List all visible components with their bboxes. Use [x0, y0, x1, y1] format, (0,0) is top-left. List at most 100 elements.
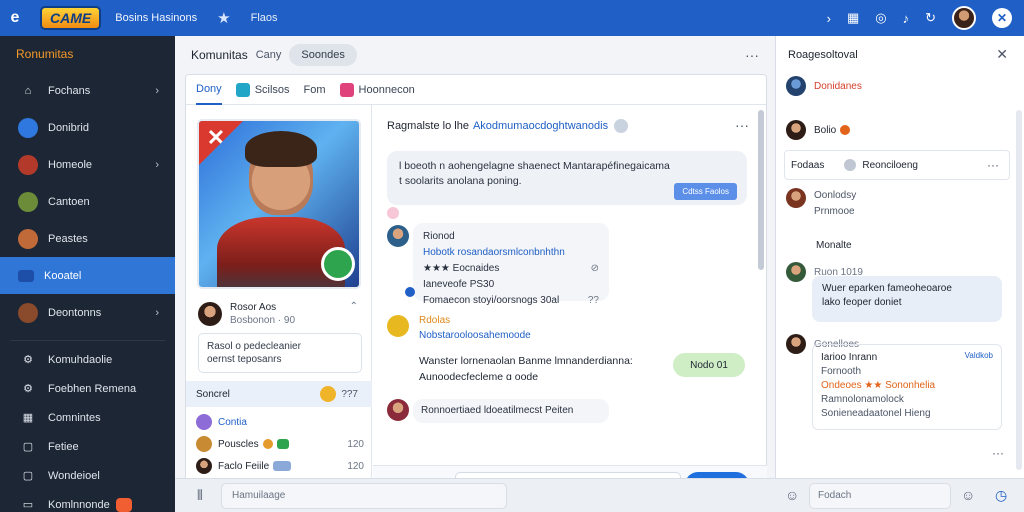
box-icon [235, 82, 250, 97]
tab-fom[interactable]: Fom [304, 84, 326, 96]
panel-row[interactable]: Donidanes [786, 76, 862, 96]
link-icon[interactable] [405, 287, 415, 297]
message-tag[interactable]: Cdtss Faolos [674, 183, 737, 200]
avatar[interactable] [387, 315, 409, 337]
panel-title: Roagesoltoval [788, 49, 858, 61]
bell-icon[interactable]: ♪ [903, 11, 910, 26]
square-outline-icon: ▢ [22, 441, 34, 453]
chart-icon[interactable]: ⫴ [197, 487, 203, 504]
list-item-label: Faclo Feiile [218, 460, 270, 472]
tab-scilsos[interactable]: Scilsos [235, 82, 290, 97]
refresh-icon[interactable]: ↻ [925, 10, 936, 26]
e-logo-icon[interactable]: e [0, 9, 30, 27]
emoji-icon[interactable]: ☺ [785, 487, 799, 503]
list-item[interactable]: Pouscles 120 [196, 433, 364, 455]
sidebar-item-foebhen-remena[interactable]: ⚙ Foebhen Remena [0, 374, 175, 403]
smile-icon[interactable]: ☺ [961, 487, 975, 503]
favorites-link[interactable]: Flaos [251, 12, 278, 24]
card-line: Sonieneadaatonel Hieng [821, 408, 931, 419]
profile-sub: Bosbonon · 90 [230, 315, 296, 326]
star-icon[interactable]: ★ [217, 9, 230, 27]
panel-input[interactable]: Fodach [809, 483, 951, 509]
chevron-right-icon[interactable]: › [827, 11, 831, 26]
main-scrollbar[interactable] [758, 110, 766, 400]
sidebar-item-label: Comnintes [48, 411, 101, 424]
community-card: Dony Scilsos Fom Hoonnecon ✕ Rosor Aos B… [185, 74, 767, 508]
panel-row-label: Bolio [814, 124, 837, 136]
filter-pill[interactable]: Soondes [289, 44, 357, 66]
sidebar-item-peastes[interactable]: Peastes [0, 220, 175, 257]
chat-title-link[interactable]: Akodmumaocdoghtwanodis [473, 120, 608, 132]
sidebar-item-cantoen[interactable]: Cantoen [0, 183, 175, 220]
card-line: Ondeoes ★★ Sononhelia [821, 380, 936, 391]
user-avatar[interactable] [952, 6, 976, 30]
message-bubble[interactable]: l boeoth n aohengelagne shaenect Mantara… [387, 151, 747, 205]
grid-icon[interactable]: ▦ [847, 10, 859, 26]
close-icon[interactable]: ✕ [996, 46, 1008, 63]
grid-icon: ▦ [22, 412, 34, 424]
more-options-icon[interactable]: ··· [735, 117, 749, 133]
sidebar-divider [10, 331, 165, 341]
info-icon[interactable] [614, 119, 629, 133]
message-bubble[interactable]: Wuer eparken fameoheoaroe lako feoper do… [812, 276, 1002, 322]
tab-hoonnecon[interactable]: Hoonnecon [339, 82, 415, 97]
hero-image[interactable]: ✕ [197, 119, 361, 289]
coin-icon [262, 439, 273, 449]
chat-title: Ragmalste lo lhe Akodmumaocdoghtwanodis [387, 119, 629, 133]
profile-description[interactable]: Rasol o pedecleanier oernst teposanrs [198, 333, 362, 373]
sidebar-item-comnintes[interactable]: ▦ Comnintes [0, 403, 175, 432]
sidebar-item-deontonns[interactable]: Deontonns › [0, 294, 175, 331]
square-outline-icon: ▢ [22, 470, 34, 482]
panel-search[interactable]: Fodaas Reonciloeng ··· [784, 150, 1010, 180]
tab-label: Scilsos [254, 83, 290, 96]
chevron-up-icon[interactable]: ⌃ [350, 301, 358, 312]
message-bubble[interactable]: Ronnoertiaed ldoeatilmecst Peiten [413, 399, 609, 423]
sidebar-item-donibrid[interactable]: Donibrid [0, 109, 175, 146]
more-options-icon[interactable]: ··· [745, 47, 759, 63]
more-options-icon[interactable]: ··· [992, 446, 1004, 460]
sidebar-item-fetiee[interactable]: ▢ Fetiee [0, 432, 175, 461]
close-icon[interactable]: ✕ [992, 8, 1012, 28]
clock-icon[interactable]: ◷ [995, 487, 1007, 504]
section-header[interactable]: Soncrel ??7 [186, 381, 372, 407]
app-title: Bosins Hasinons [115, 12, 198, 24]
info-card[interactable]: Valdkob Iarioo Inrann Fornooth Ondeoes ★… [812, 344, 1002, 430]
tab-label: Fom [303, 83, 326, 96]
bottom-input[interactable]: Hamuilaage [221, 483, 507, 509]
member-list: Contia Pouscles 120 Faclo Feiile 120 [196, 411, 364, 477]
avatar [786, 76, 806, 96]
heart-icon[interactable] [387, 207, 399, 219]
sidebar-item-fochans[interactable]: ⌂ Fochans › [0, 72, 175, 109]
avatar[interactable] [387, 399, 409, 421]
emblem-icon [321, 247, 355, 281]
panel-row[interactable]: Bolio [786, 120, 851, 140]
sidebar-item-wondeioel[interactable]: ▢ Wondeioel [0, 461, 175, 490]
message-bubble[interactable]: Rionod Hobotk rosandaorsmlconbnhthn ★★★ … [413, 223, 609, 306]
hero-hair [245, 131, 317, 167]
message-text: ★★★ Eocnaides [423, 263, 500, 274]
message-link[interactable]: Nobstarooloosahemoode [419, 328, 531, 343]
profile-user-row[interactable]: Rosor Aos Bosbonon · 90 ⌃ [198, 299, 362, 329]
sidebar-item-komlnnonde[interactable]: ▭ Komlnnonde [0, 490, 175, 512]
list-item[interactable]: Faclo Feiile 120 [196, 455, 364, 477]
sidebar-item-komuhdaolie[interactable]: ⚙ Komuhdaolie [0, 345, 175, 374]
tab-label: Hoonnecon [358, 83, 415, 96]
list-item[interactable]: Contia [196, 411, 364, 433]
game-character-icon [18, 154, 38, 175]
avatar[interactable] [387, 225, 409, 247]
tag-icon [273, 461, 292, 471]
avatar [786, 188, 806, 208]
reaction-pill[interactable]: Nodo 01 [673, 353, 745, 377]
sidebar-item-homeole[interactable]: Homeole › [0, 146, 175, 183]
headset-icon[interactable]: ◎ [875, 10, 886, 26]
sidebar: Ronumitas ⌂ Fochans › Donibrid Homeole ›… [0, 36, 175, 512]
panel-scrollbar[interactable] [1016, 110, 1022, 470]
sidebar-item-kooatel[interactable]: Kooatel [0, 257, 175, 294]
description-line: oernst teposanrs [207, 354, 282, 365]
app-logo[interactable]: CAME [40, 6, 102, 30]
sidebar-item-label: Homeole [48, 158, 93, 171]
tab-dony[interactable]: Dony [196, 75, 222, 105]
scrollbar-thumb[interactable] [758, 110, 764, 270]
more-options-icon[interactable]: ··· [987, 158, 999, 172]
panel-row[interactable]: Oonlodsy Prnmooe [786, 188, 856, 220]
